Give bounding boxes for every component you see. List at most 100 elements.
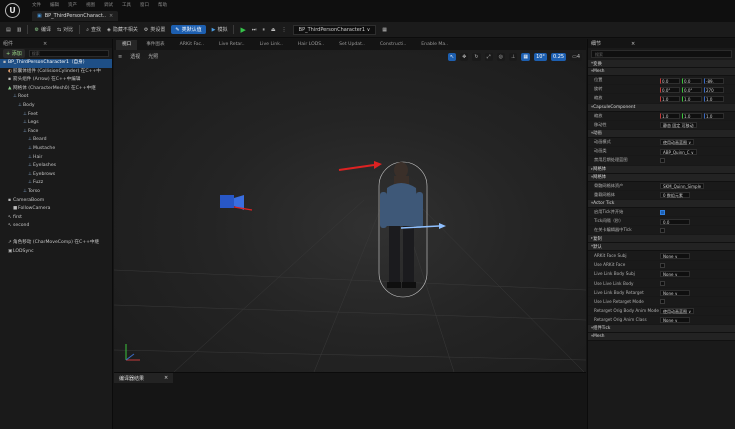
menu-edit[interactable]: 编辑 xyxy=(50,2,59,8)
menu-tools[interactable]: 工具 xyxy=(122,2,131,8)
property-value[interactable]: 0 数组元素 xyxy=(660,192,690,199)
component-tree-item[interactable]: ⊥Root xyxy=(0,93,112,102)
camera-mesh[interactable] xyxy=(220,195,253,211)
property-value[interactable]: 0.0 xyxy=(660,218,690,225)
graph-tab[interactable]: Hair LODS.. xyxy=(292,40,330,50)
component-tree-item[interactable]: ⊥Mustache xyxy=(0,145,112,154)
property-value[interactable]: 使用动画蓝图 ∨ xyxy=(660,308,695,315)
graph-tab[interactable]: Constructi.. xyxy=(374,40,412,50)
menu-debug[interactable]: 调试 xyxy=(104,2,113,8)
perspective-button[interactable]: 透视 xyxy=(130,53,140,60)
translate-tool-icon[interactable]: ✥ xyxy=(460,53,469,61)
vector-component-input[interactable]: 0.0° xyxy=(660,86,680,93)
close-icon[interactable]: × xyxy=(631,41,635,47)
details-section-header[interactable]: 复制 xyxy=(588,235,735,244)
property-value[interactable]: 静态 固定 可移动 xyxy=(660,122,697,129)
menu-view[interactable]: 视图 xyxy=(86,2,95,8)
character-mannequin[interactable] xyxy=(380,162,423,288)
component-tree-item[interactable]: ■FollowCamera xyxy=(0,205,112,214)
select-tool-icon[interactable]: ↖ xyxy=(447,53,457,61)
component-tree-item[interactable]: ⊥Beard xyxy=(0,136,112,145)
hide-unrelated-button[interactable]: ◈ 隐藏不相关 xyxy=(107,26,138,34)
details-section-header[interactable]: 默认 xyxy=(588,243,735,252)
property-checkbox[interactable] xyxy=(660,209,665,215)
vector-component-input[interactable]: 1.0 xyxy=(660,113,680,120)
component-tree-item[interactable]: ▪ BP_ThirdPersonCharacter1（自身） xyxy=(0,59,112,68)
component-tree-item[interactable]: ⊥Fuzz xyxy=(0,179,112,188)
play-icon[interactable]: ▶ xyxy=(240,26,245,34)
details-section-header[interactable]: Actor Tick xyxy=(588,199,735,208)
close-icon[interactable]: × xyxy=(43,41,47,47)
vector-component-input[interactable]: 1.0 xyxy=(682,95,702,102)
vector-component-input[interactable]: -89. xyxy=(704,77,724,84)
component-search-input[interactable]: 搜索 xyxy=(28,50,109,57)
details-section-header[interactable]: 网格体 xyxy=(588,165,735,174)
property-checkbox[interactable] xyxy=(660,228,665,234)
property-checkbox[interactable] xyxy=(660,299,665,305)
debug-target-select[interactable]: BP_ThirdPersonCharacter1 ∨ xyxy=(292,24,377,35)
compiler-results-tab[interactable]: 编译器结果 × xyxy=(114,373,174,383)
find-button[interactable]: ⌕ 查找 xyxy=(86,26,101,34)
property-value[interactable]: SKM_Quinn_Simple xyxy=(660,183,705,189)
details-section-header[interactable]: CapsuleComponent xyxy=(588,103,735,112)
diff-button[interactable]: ⇆ 对比 xyxy=(57,26,73,34)
eject-icon[interactable]: ⏏ xyxy=(271,27,276,33)
viewport[interactable]: ≡ 透视 光照 ↖ ✥ ↻ ⤢ ◎ ⊥ ▦ 10° 0.25 ▭4 xyxy=(114,50,586,372)
vector-component-input[interactable]: 0.0° xyxy=(682,86,702,93)
pause-icon[interactable]: ⏸ xyxy=(262,27,265,33)
step-icon[interactable]: ⏭ xyxy=(252,27,257,33)
graph-tab[interactable]: Enable Ma.. xyxy=(415,40,454,50)
document-tab[interactable]: ▣ BP_ThirdPersonCharact.. × xyxy=(32,11,119,21)
component-tree-item[interactable]: ◐胶囊体组件 (CollisionCylinder) 在C++中 xyxy=(0,68,112,77)
save-icon[interactable]: ▤ xyxy=(6,27,11,33)
viewport-menu-icon[interactable]: ≡ xyxy=(118,54,122,60)
more-icon[interactable]: ⋮ xyxy=(282,27,287,33)
component-tree-item[interactable]: ▪ 箭头组件 (Arrow) 在C++中编辑 xyxy=(0,76,112,85)
details-section-header[interactable]: Mesh xyxy=(588,332,735,341)
property-value[interactable]: None ∨ xyxy=(660,289,690,296)
scale-tool-icon[interactable]: ⤢ xyxy=(484,53,493,61)
close-icon[interactable]: × xyxy=(109,13,113,19)
add-component-button[interactable]: + 添加 xyxy=(3,49,25,58)
component-tree-item[interactable]: ↖first xyxy=(0,214,112,223)
component-tree-item[interactable]: ↗角色移动 (CharMoveComp) 在C++中继 xyxy=(0,239,112,248)
graph-tab[interactable]: 视口 xyxy=(116,39,138,50)
details-section-header[interactable]: 变换 xyxy=(588,60,735,68)
browse-icon[interactable]: ▥ xyxy=(17,27,22,33)
component-tree-item[interactable]: ⊥Face xyxy=(0,128,112,137)
surface-snap-icon[interactable]: ⊥ xyxy=(508,53,518,61)
details-search-input[interactable]: 搜索 xyxy=(591,50,732,58)
compile-button[interactable]: ⚙ 编译 xyxy=(34,26,51,34)
graph-tab[interactable]: ARKit Fac.. xyxy=(174,40,210,50)
rotation-snap-button[interactable]: 10° xyxy=(534,53,547,61)
component-tree-item[interactable]: ⊥Legs xyxy=(0,119,112,128)
world-space-icon[interactable]: ◎ xyxy=(496,53,505,61)
vector-component-input[interactable]: 1.0 xyxy=(660,95,680,102)
component-tree-item[interactable]: ↖second xyxy=(0,222,112,231)
menu-help[interactable]: 帮助 xyxy=(158,2,167,8)
property-checkbox[interactable] xyxy=(660,281,665,286)
component-tree-item[interactable]: ▣LODSync xyxy=(0,248,112,257)
vector-component-input[interactable]: 1.0 xyxy=(682,113,702,120)
simulate-button[interactable]: ▶ 模拟 xyxy=(212,26,228,34)
camera-speed-button[interactable]: ▭4 xyxy=(570,53,582,61)
property-value[interactable]: 使用动画蓝图 ∨ xyxy=(660,139,695,146)
menu-file[interactable]: 文件 xyxy=(32,2,41,8)
details-section-header[interactable]: 网格体 xyxy=(588,173,735,182)
component-tree-item[interactable]: ▲ 网格体 (CharacterMesh0) 在C++中继 xyxy=(0,85,112,94)
property-value[interactable]: None ∨ xyxy=(660,271,690,278)
rotate-tool-icon[interactable]: ↻ xyxy=(472,53,481,61)
details-section-header[interactable]: Mesh xyxy=(588,68,735,76)
component-tree-item[interactable]: ⊥Feet xyxy=(0,111,112,120)
property-checkbox[interactable] xyxy=(660,262,665,268)
graph-tab[interactable]: Live Link.. xyxy=(254,40,289,50)
component-tree-item[interactable]: ⊥Eyebrows xyxy=(0,171,112,180)
grid-snap-icon[interactable]: ▦ xyxy=(521,53,531,61)
class-settings-button[interactable]: ⚙ 类设置 xyxy=(144,26,166,34)
component-tree-item[interactable]: ▪ CameraBoom xyxy=(0,197,112,206)
graph-tab[interactable]: Live Retar.. xyxy=(213,40,251,50)
graph-tab[interactable]: Set Updat.. xyxy=(333,40,371,50)
vector-component-input[interactable]: 270 xyxy=(704,86,724,93)
menu-window[interactable]: 窗口 xyxy=(140,2,149,8)
property-checkbox[interactable] xyxy=(660,158,665,164)
